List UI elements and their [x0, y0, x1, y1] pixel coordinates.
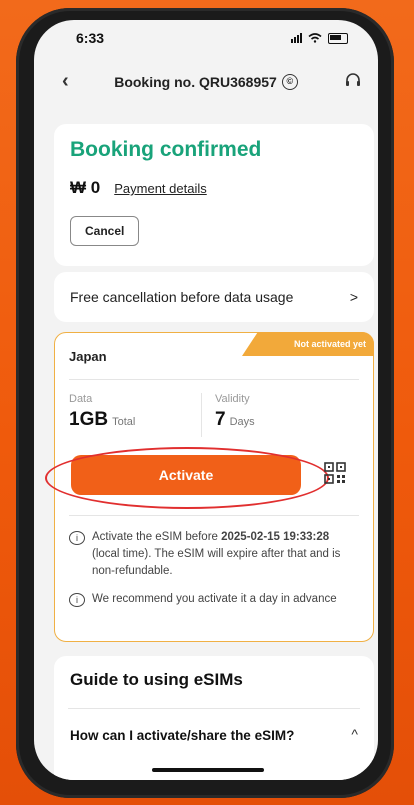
chevron-up-icon[interactable]: ^: [351, 726, 358, 742]
guide-title: Guide to using eSIMs: [70, 670, 243, 689]
validity-value: 7: [215, 409, 226, 430]
validity-stat: Validity 7 Days: [215, 393, 255, 431]
copy-icon[interactable]: ©: [281, 74, 298, 90]
screen: 6:33 ‹ Booking no. QRU368957 © Booking c…: [34, 20, 378, 780]
data-label: Data: [69, 393, 93, 405]
esim-country: Japan: [69, 349, 107, 364]
divider: [69, 379, 359, 380]
divider: [68, 708, 360, 709]
status-time: 6:33: [76, 30, 105, 46]
faq-question[interactable]: How can I activate/share the eSIM?: [70, 726, 300, 746]
back-icon[interactable]: ‹: [62, 70, 69, 93]
booking-number-title: Booking no. QRU368957: [114, 74, 277, 90]
booking-status-card: Booking confirmed ₩ 0 Payment details Ca…: [54, 124, 374, 266]
data-unit: Total: [112, 416, 136, 428]
battery-icon: [328, 32, 348, 44]
validity-label: Validity: [215, 393, 250, 405]
stat-separator: [201, 393, 202, 437]
status-bar: 6:33: [34, 20, 378, 56]
free-cancellation-row[interactable]: Free cancellation before data usage >: [54, 272, 374, 322]
validity-unit: Days: [229, 416, 255, 428]
payment-details-link[interactable]: Payment details: [114, 181, 207, 196]
activate-button[interactable]: Activate: [71, 455, 301, 495]
validity-value-row: 7 Days: [215, 409, 255, 431]
esim-guide-card: Guide to using eSIMs How can I activate/…: [54, 656, 374, 780]
expiry-note: i Activate the eSIM before 2025-02-15 19…: [69, 529, 359, 580]
home-indicator: [152, 768, 264, 772]
nav-header: ‹ Booking no. QRU368957 ©: [34, 62, 378, 102]
headset-icon[interactable]: [344, 72, 362, 90]
expiry-datetime: 2025-02-15 19:33:28: [221, 531, 330, 543]
data-value-row: 1GB Total: [69, 409, 135, 431]
wifi-icon: [308, 33, 322, 43]
esim-card: Not activated yet Japan Data 1GB Total Va…: [45, 332, 374, 642]
cancel-button[interactable]: Cancel: [70, 216, 140, 246]
data-stat: Data 1GB Total: [69, 393, 135, 431]
expiry-note-text: Activate the eSIM before 2025-02-15 19:3…: [92, 529, 359, 580]
divider: [69, 515, 359, 516]
activation-status-badge: Not activated yet: [242, 332, 374, 356]
price-row: ₩ 0 Payment details: [70, 178, 207, 198]
qr-code-icon[interactable]: [323, 461, 347, 485]
signal-icon: [291, 33, 302, 43]
info-icon: i: [69, 593, 85, 607]
chevron-right-icon: >: [349, 289, 358, 305]
status-icons: [291, 32, 348, 44]
data-value: 1GB: [69, 409, 109, 430]
note-text-part: Activate the eSIM before: [92, 531, 222, 543]
recommend-note: i We recommend you activate it a day in …: [69, 591, 359, 608]
price-value: ₩ 0: [70, 178, 101, 197]
booking-status: Booking confirmed: [70, 138, 262, 161]
info-icon: i: [69, 531, 85, 545]
free-cancellation-text: Free cancellation before data usage: [70, 289, 294, 305]
recommend-note-text: We recommend you activate it a day in ad…: [92, 593, 337, 605]
note-text-part: (local time). The eSIM will expire after…: [92, 548, 341, 577]
